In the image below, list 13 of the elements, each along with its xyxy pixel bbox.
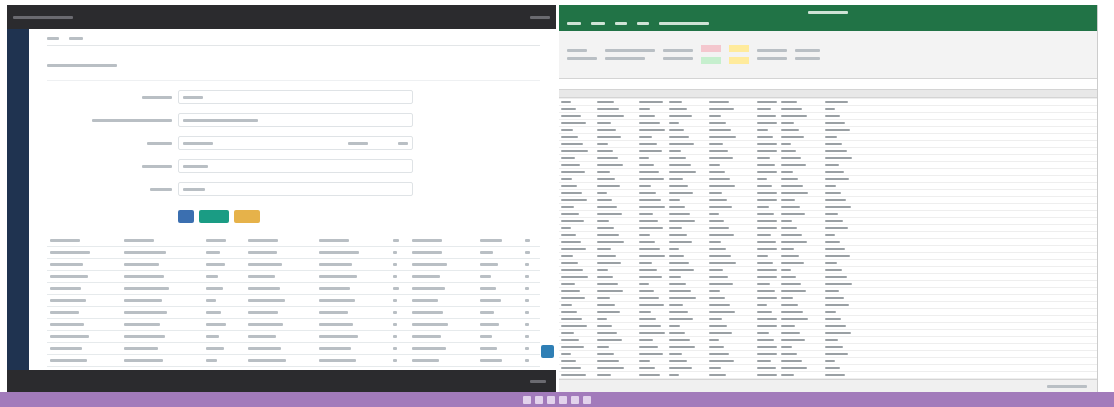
- input-field[interactable]: [178, 182, 413, 196]
- button[interactable]: [178, 210, 194, 223]
- input-field[interactable]: [178, 159, 413, 173]
- cell-style-swatch[interactable]: [729, 45, 749, 52]
- select-field[interactable]: [178, 90, 413, 104]
- cell-style-swatch[interactable]: [729, 57, 749, 64]
- button[interactable]: [234, 210, 260, 223]
- scroll-top-button[interactable]: [541, 345, 554, 358]
- button[interactable]: [199, 210, 229, 223]
- input-field[interactable]: [178, 136, 413, 150]
- cell-style-swatch[interactable]: [701, 45, 721, 52]
- input-field[interactable]: [178, 113, 413, 127]
- cell-style-swatch[interactable]: [701, 57, 721, 64]
